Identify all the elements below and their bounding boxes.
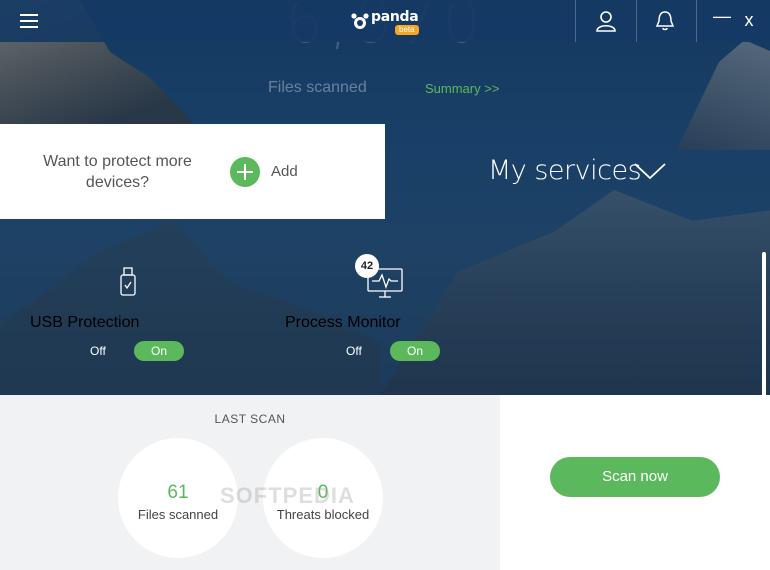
usb-protection-label: USB Protection [30,314,140,331]
plus-icon [230,157,260,187]
paw-icon [351,13,369,29]
add-device-label: Add [271,163,298,180]
process-monitor-toggle[interactable]: On [390,341,440,361]
usb-on-label: On [150,344,167,358]
usb-off-label[interactable]: Off [90,344,106,358]
watermark: SOFTPEDIA [220,483,355,508]
titlebar-divider [575,0,576,42]
process-count-badge: 42 [355,254,379,278]
close-icon[interactable]: x [739,8,759,32]
usb-icon [120,267,136,296]
files-scanned-label: Files scanned [137,507,219,522]
last-scan-title: LAST SCAN [214,412,286,426]
process-monitor-label: Process Monitor [285,314,401,331]
chevron-down-icon [634,163,666,180]
my-services-title: My services [488,155,642,186]
beta-badge: beta [395,25,419,35]
protect-devices-card: Want to protect more devices? Add [0,124,385,219]
add-device-button[interactable]: Add [230,157,330,187]
files-scanned-caption: Files scanned [268,79,367,96]
protect-devices-text: Want to protect more devices? [43,153,192,191]
summary-link[interactable]: Summary >> [425,81,499,96]
last-scan-panel: LAST SCAN 61 Files scanned 0 Threats blo… [0,395,500,570]
my-services-dropdown[interactable]: My services [488,155,666,191]
menu-icon[interactable] [12,10,48,34]
titlebar-divider [696,0,697,42]
bell-icon[interactable] [653,9,677,33]
bottom-panel: LAST SCAN 61 Files scanned 0 Threats blo… [0,395,770,570]
threats-blocked-label: Threats blocked [276,507,370,522]
process-monitor-on-label: On [406,344,423,358]
minimize-icon[interactable]: — [712,4,732,28]
usb-protection-toggle[interactable]: On [134,341,184,361]
brand-name: panda [371,9,419,25]
user-icon[interactable] [594,9,618,33]
services-scrollbar[interactable] [762,252,766,398]
panda-logo: panda beta [350,8,430,36]
titlebar-divider [636,0,637,42]
process-monitor-off-label[interactable]: Off [346,344,362,358]
title-bar: panda beta — x [0,0,770,42]
scan-now-button[interactable]: Scan now [550,457,720,497]
